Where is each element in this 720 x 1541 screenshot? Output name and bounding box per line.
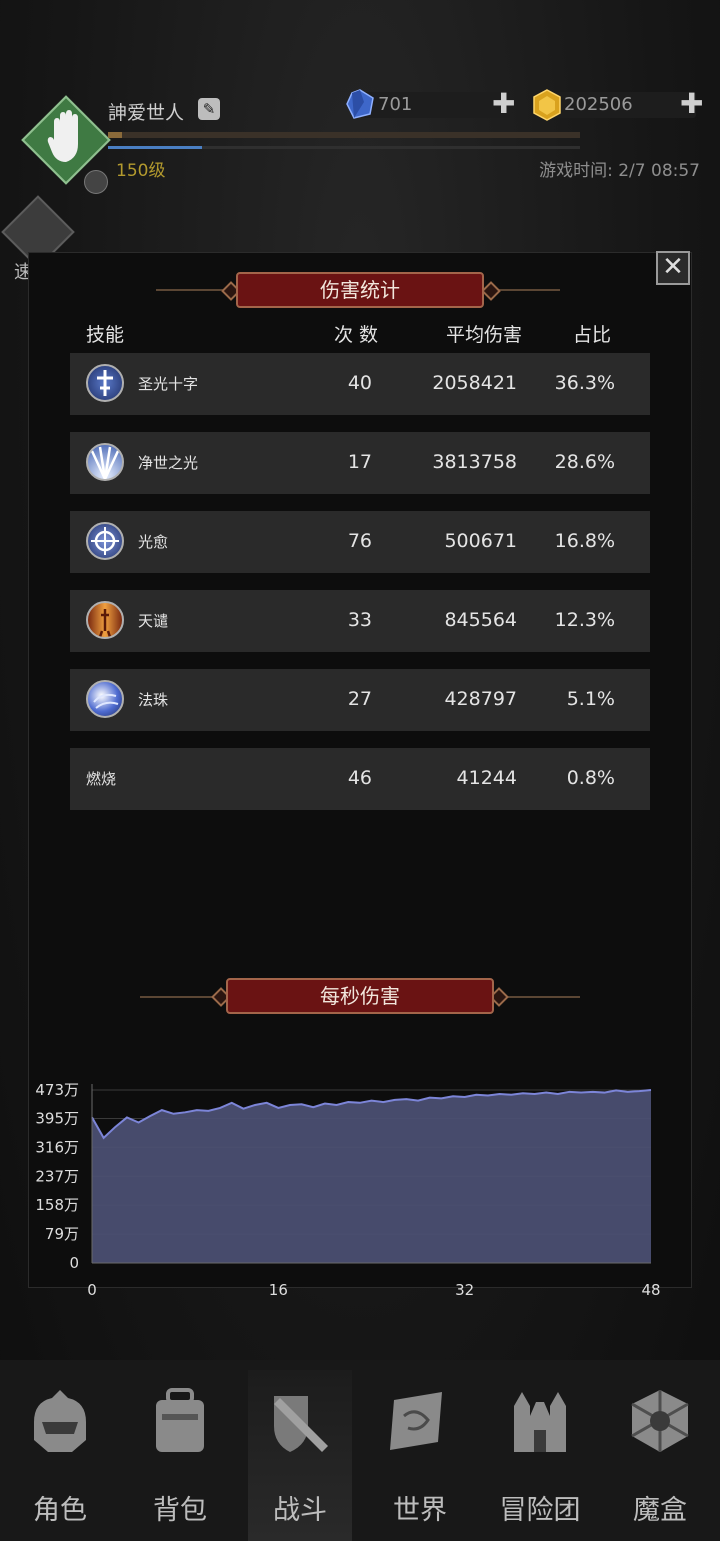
dps-chart: 0 79万 158万 237万 316万 395万 473万 0 16 32 48 bbox=[35, 1081, 660, 1299]
y-tick-label: 158万 bbox=[35, 1196, 79, 1214]
nav-world[interactable]: 世界 bbox=[360, 1488, 480, 1527]
y-tick-label: 0 bbox=[69, 1254, 79, 1272]
y-tick-label: 316万 bbox=[35, 1138, 79, 1156]
castle-icon[interactable] bbox=[508, 1386, 572, 1456]
nav-bag[interactable]: 背包 bbox=[120, 1488, 240, 1527]
y-tick-label: 237万 bbox=[35, 1167, 79, 1185]
dps-area bbox=[92, 1090, 651, 1263]
backpack-icon[interactable] bbox=[148, 1386, 212, 1456]
scroll-map-icon[interactable] bbox=[384, 1386, 448, 1456]
y-tick-label: 395万 bbox=[35, 1110, 79, 1128]
nav-character[interactable]: 角色 bbox=[0, 1488, 120, 1527]
nav-magic-box[interactable]: 魔盒 bbox=[600, 1488, 720, 1527]
nav-battle[interactable]: 战斗 bbox=[240, 1488, 360, 1527]
y-tick-label: 473万 bbox=[35, 1081, 79, 1099]
sword-shield-icon[interactable] bbox=[268, 1386, 332, 1456]
x-tick-label: 32 bbox=[455, 1281, 474, 1299]
x-tick-label: 48 bbox=[641, 1281, 660, 1299]
x-tick-label: 0 bbox=[87, 1281, 97, 1299]
nav-guild[interactable]: 冒险团 bbox=[480, 1488, 600, 1527]
x-tick-label: 16 bbox=[269, 1281, 288, 1299]
magic-cube-icon[interactable] bbox=[628, 1386, 692, 1456]
y-tick-label: 79万 bbox=[45, 1225, 79, 1243]
helmet-icon[interactable] bbox=[28, 1386, 92, 1456]
